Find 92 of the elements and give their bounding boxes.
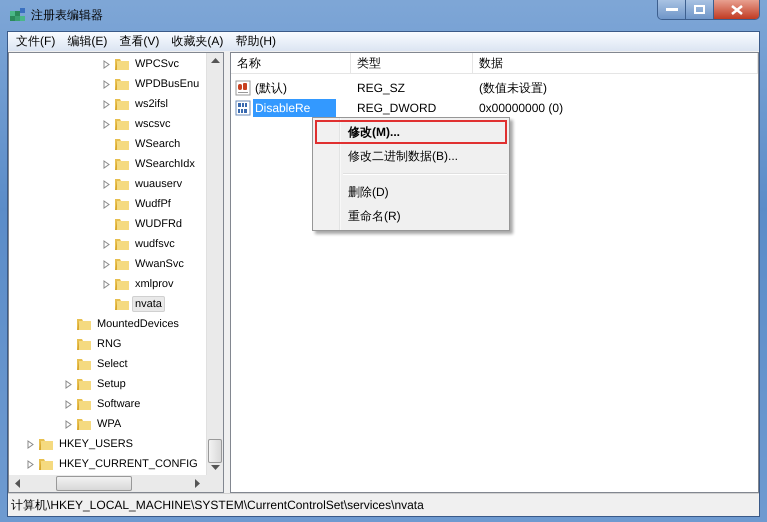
expand-arrow-icon[interactable] (27, 440, 34, 448)
binary-value-icon (235, 100, 251, 116)
tree-item[interactable]: Select (94, 356, 131, 372)
scroll-thumb[interactable] (56, 476, 132, 491)
folder-icon (114, 136, 130, 152)
folder-icon (114, 96, 130, 112)
context-menu-item[interactable]: 修改(M)... (315, 120, 507, 144)
value-type: REG_DWORD (356, 101, 438, 115)
expand-arrow-icon[interactable] (103, 280, 110, 288)
scroll-thumb[interactable] (208, 439, 222, 463)
menu-item[interactable]: 查看(V) (113, 33, 166, 50)
tree-item[interactable]: MountedDevices (94, 316, 182, 332)
menu-item[interactable]: 文件(F) (10, 33, 62, 50)
tree-item[interactable]: ws2ifsl (132, 96, 172, 112)
value-data: 0x00000000 (0) (478, 101, 564, 115)
folder-icon (76, 316, 92, 332)
close-button[interactable] (714, 0, 759, 19)
expand-arrow-icon[interactable] (103, 180, 110, 188)
folder-icon (76, 416, 92, 432)
tree-item[interactable]: Setup (94, 376, 129, 392)
tree-item[interactable]: nvata (132, 296, 165, 312)
expand-arrow-icon[interactable] (103, 200, 110, 208)
tree-item[interactable]: wscsvc (132, 116, 174, 132)
tree-item[interactable]: WUDFRd (132, 216, 186, 232)
folder-icon (114, 76, 130, 92)
tree-item[interactable]: WSearch (132, 136, 184, 152)
minimize-icon (666, 8, 678, 12)
folder-icon (38, 456, 54, 472)
folder-icon (114, 196, 130, 212)
tree-item[interactable]: HKEY_USERS (56, 436, 136, 452)
window-title: 注册表编辑器 (31, 7, 103, 24)
expand-arrow-icon[interactable] (65, 380, 72, 388)
folder-icon (114, 236, 130, 252)
folder-icon (114, 176, 130, 192)
maximize-button[interactable] (686, 0, 714, 19)
tree-item[interactable]: wudfsvc (132, 236, 178, 252)
menu-item[interactable]: 编辑(E) (61, 33, 114, 50)
folder-icon (76, 376, 92, 392)
column-header[interactable]: 数据 (473, 53, 758, 73)
tree-item[interactable]: xmlprov (132, 276, 177, 292)
horizontal-scrollbar[interactable] (9, 475, 223, 492)
column-header[interactable]: 名称 (231, 53, 351, 73)
folder-icon (114, 116, 130, 132)
folder-icon (114, 56, 130, 72)
folder-icon (114, 256, 130, 272)
tree-item[interactable]: WPCSvc (132, 56, 182, 72)
expand-arrow-icon[interactable] (27, 460, 34, 468)
string-value-icon (235, 80, 251, 96)
expand-arrow-icon[interactable] (103, 240, 110, 248)
folder-icon (76, 336, 92, 352)
maximize-icon (694, 5, 705, 14)
expand-arrow-icon[interactable] (103, 100, 110, 108)
close-icon (730, 4, 742, 14)
expand-arrow-icon[interactable] (103, 260, 110, 268)
folder-icon (114, 276, 130, 292)
tree-item[interactable]: WwanSvc (132, 256, 187, 272)
folder-icon (38, 436, 54, 452)
scroll-right-icon[interactable] (195, 479, 200, 488)
column-header[interactable]: 类型 (351, 53, 473, 73)
tree-item[interactable]: wuauserv (132, 176, 186, 192)
tree-item[interactable]: HKEY_CURRENT_CONFIG (56, 456, 201, 472)
expand-arrow-icon[interactable] (103, 120, 110, 128)
tree-item[interactable]: Software (94, 396, 144, 412)
expand-arrow-icon[interactable] (103, 80, 110, 88)
expand-arrow-icon[interactable] (103, 160, 110, 168)
status-path: 计算机\HKEY_LOCAL_MACHINE\SYSTEM\CurrentControlSet\services\nvata (11, 496, 424, 514)
expand-arrow-icon[interactable] (65, 420, 72, 428)
value-type: REG_SZ (356, 81, 406, 95)
context-menu-item[interactable]: 删除(D) (315, 180, 507, 204)
vertical-scrollbar[interactable] (206, 53, 223, 475)
folder-icon (114, 216, 130, 232)
context-menu-item[interactable]: 修改二进制数据(B)... (315, 144, 507, 168)
tree-item[interactable]: WudfPf (132, 196, 174, 212)
value-name[interactable]: (默认) (253, 78, 289, 98)
folder-icon (114, 156, 130, 172)
expand-arrow-icon[interactable] (65, 400, 72, 408)
folder-icon (76, 396, 92, 412)
scroll-down-icon[interactable] (210, 465, 220, 470)
context-menu-item[interactable]: 重命名(R) (315, 204, 507, 228)
menu-item[interactable]: 收藏夹(A) (165, 33, 230, 50)
folder-icon (76, 356, 92, 372)
value-data: (数值未设置) (478, 80, 548, 96)
tree-item[interactable]: WPDBusEnu (132, 76, 202, 92)
tree-item[interactable]: RNG (94, 336, 124, 352)
scroll-left-icon[interactable] (15, 479, 20, 488)
tree-item[interactable]: WSearchIdx (132, 156, 198, 172)
menu-item[interactable]: 帮助(H) (229, 33, 282, 50)
expand-arrow-icon[interactable] (103, 60, 110, 68)
folder-icon (114, 296, 130, 312)
minimize-button[interactable] (658, 0, 686, 19)
tree-item[interactable]: WPA (94, 416, 124, 432)
scroll-up-icon[interactable] (210, 58, 220, 63)
